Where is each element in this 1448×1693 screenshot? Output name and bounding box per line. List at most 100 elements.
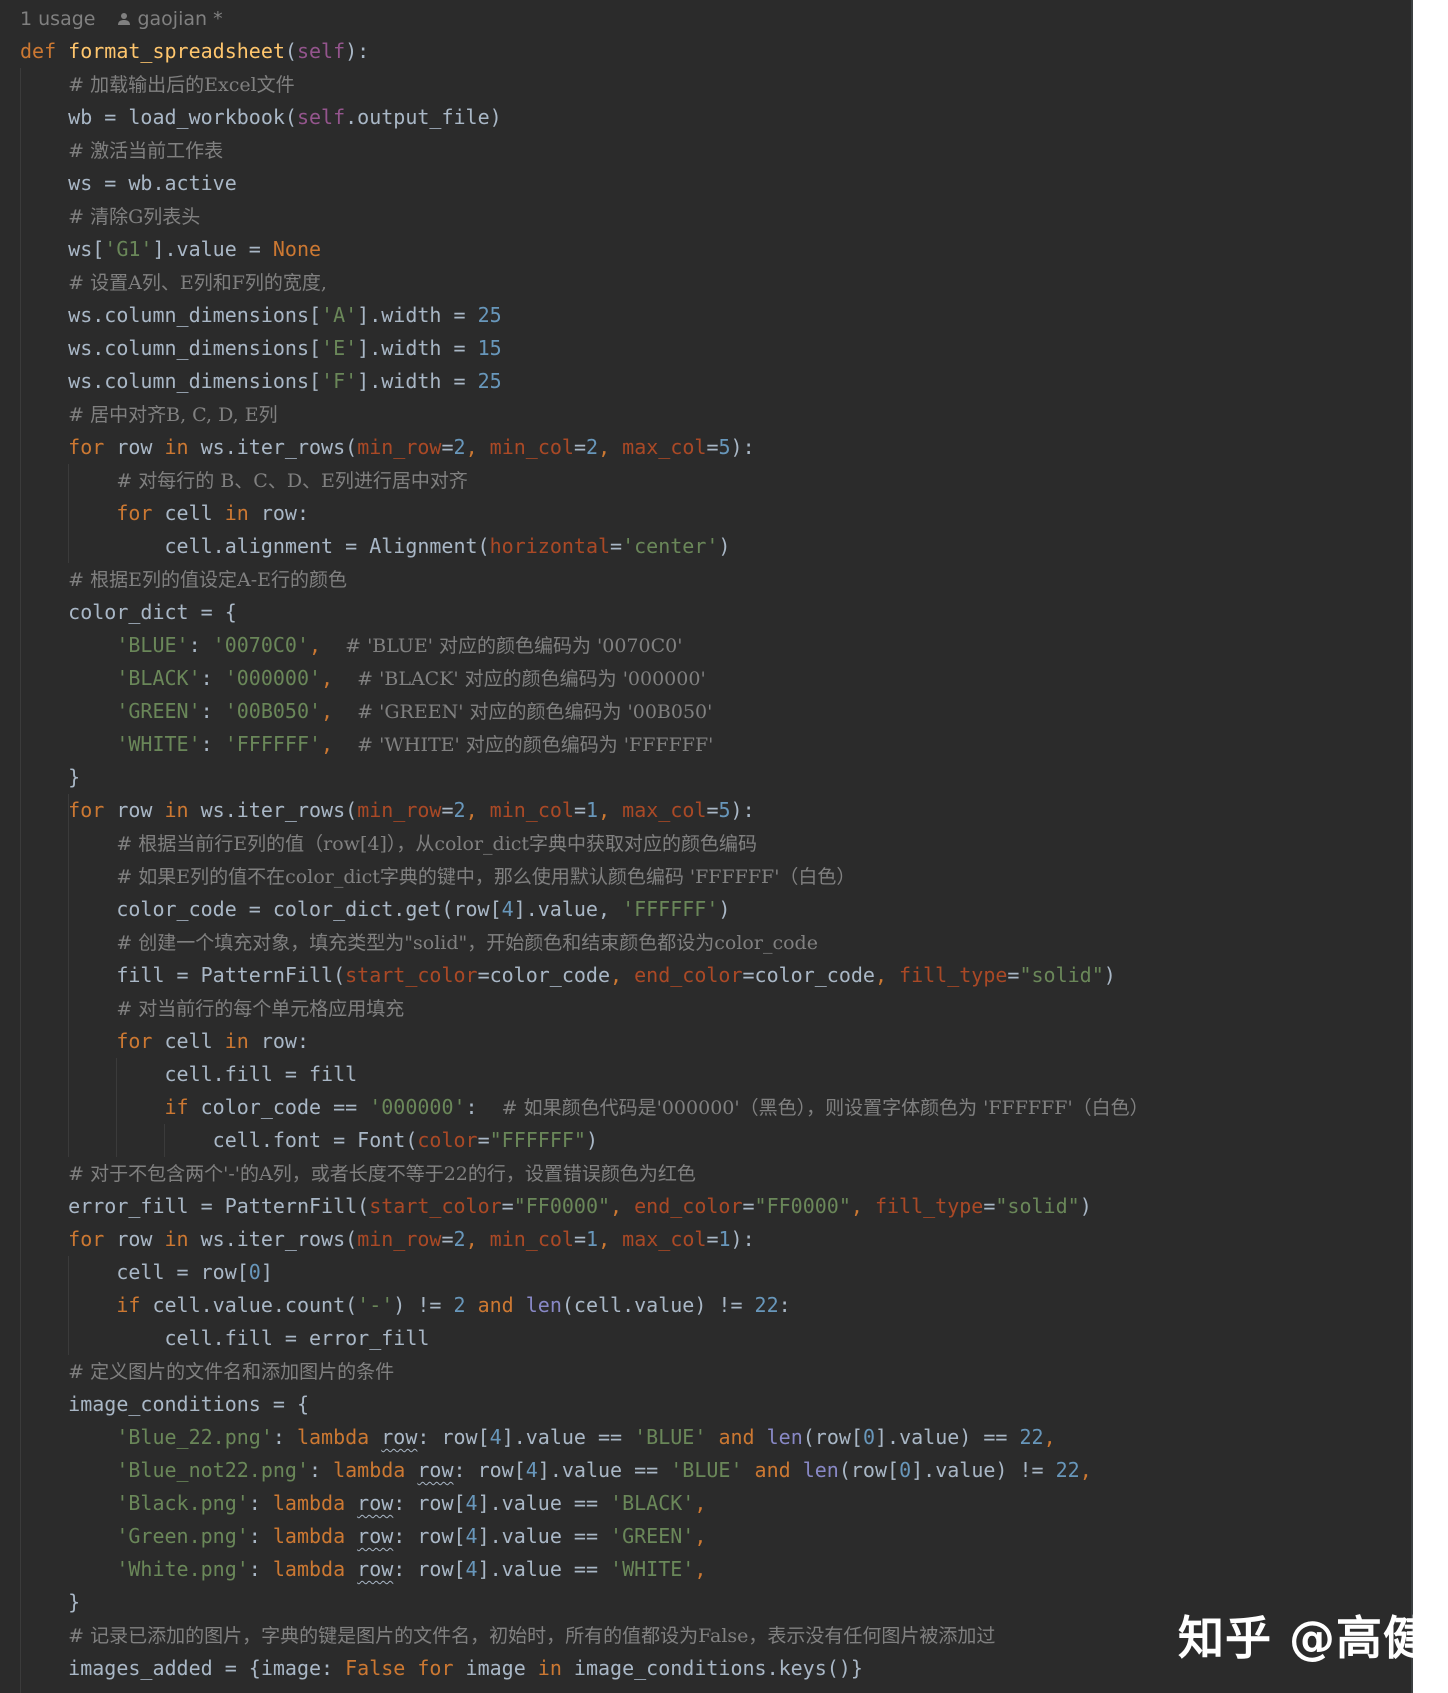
author-hint[interactable]: gaojian * bbox=[117, 8, 223, 30]
code-token: ].value) != bbox=[911, 1458, 1056, 1482]
code-line[interactable]: ws.column_dimensions['F'].width = 25 bbox=[20, 365, 1149, 398]
code-token: 'Blue_22.png' bbox=[116, 1425, 273, 1449]
code-token: in bbox=[164, 1227, 201, 1251]
code-token: : row[ bbox=[393, 1557, 466, 1581]
code-token: for bbox=[417, 1656, 466, 1680]
code-token: image_conditions = { bbox=[20, 1392, 309, 1416]
code-token: min_col bbox=[489, 1227, 574, 1251]
code-line[interactable]: 'GREEN': '00B050', # 'GREEN' 对应的颜色编码为 '0… bbox=[20, 695, 1149, 728]
code-token: , bbox=[1079, 1458, 1092, 1482]
code-line[interactable]: 'BLACK': '000000', # 'BLACK' 对应的颜色编码为 '0… bbox=[20, 662, 1149, 695]
code-token: wb = load_workbook( bbox=[20, 105, 297, 129]
code-token: ) != bbox=[393, 1293, 454, 1317]
usage-hint[interactable]: 1 usage bbox=[20, 8, 95, 30]
code-token: = bbox=[573, 798, 587, 822]
code-token: max_col bbox=[622, 1227, 707, 1251]
code-body[interactable]: def format_spreadsheet(self): # 加载输出后的Ex… bbox=[20, 35, 1149, 1685]
code-line[interactable]: fill = PatternFill(start_color=color_cod… bbox=[20, 959, 1149, 992]
code-token: cell bbox=[164, 501, 225, 525]
code-token: , bbox=[694, 1524, 707, 1548]
code-line[interactable]: wb = load_workbook(self.output_file) bbox=[20, 101, 1149, 134]
code-line[interactable]: def format_spreadsheet(self): bbox=[20, 35, 1149, 68]
code-token: row bbox=[357, 1557, 394, 1581]
code-token: 0 bbox=[899, 1458, 912, 1482]
code-line[interactable]: for cell in row: bbox=[20, 497, 1149, 530]
code-line[interactable]: 'Blue_not22.png': lambda row: row[4].val… bbox=[20, 1454, 1149, 1487]
code-line[interactable]: 'Black.png': lambda row: row[4].value ==… bbox=[20, 1487, 1149, 1520]
code-line[interactable]: # 设置A列、E列和F列的宽度, bbox=[20, 266, 1149, 299]
code-line[interactable]: cell.fill = error_fill bbox=[20, 1322, 1149, 1355]
code-token: 'BLUE' bbox=[116, 633, 189, 657]
code-line[interactable]: ws['G1'].value = None bbox=[20, 233, 1149, 266]
code-token: 1 bbox=[586, 798, 599, 822]
code-line[interactable]: images_added = {image: False for image i… bbox=[20, 1652, 1149, 1685]
code-line[interactable]: ws = wb.active bbox=[20, 167, 1149, 200]
code-token: 'GREEN' bbox=[116, 699, 201, 723]
code-token: , bbox=[465, 435, 490, 459]
code-line[interactable]: # 清除G列表头 bbox=[20, 200, 1149, 233]
code-token: def bbox=[20, 39, 69, 63]
code-line[interactable]: ws.column_dimensions['A'].width = 25 bbox=[20, 299, 1149, 332]
code-line[interactable]: if color_code == '000000': # 如果颜色代码是'000… bbox=[20, 1091, 1149, 1124]
code-token: = bbox=[610, 534, 623, 558]
code-token: ].value == bbox=[537, 1458, 671, 1482]
code-line[interactable]: # 居中对齐B, C, D, E列 bbox=[20, 398, 1149, 431]
code-token: 2 bbox=[453, 435, 466, 459]
code-line[interactable]: error_fill = PatternFill(start_color="FF… bbox=[20, 1190, 1149, 1223]
code-line[interactable]: for row in ws.iter_rows(min_row=2, min_c… bbox=[20, 1223, 1149, 1256]
code-line[interactable]: 'WHITE': 'FFFFFF', # 'WHITE' 对应的颜色编码为 'F… bbox=[20, 728, 1149, 761]
code-line[interactable]: # 根据E列的值设定A-E行的颜色 bbox=[20, 563, 1149, 596]
code-line[interactable]: # 记录已添加的图片，字典的键是图片的文件名，初始时，所有的值都设为False，… bbox=[20, 1619, 1149, 1652]
code-token: False bbox=[345, 1656, 418, 1680]
code-token: '000000' bbox=[224, 666, 322, 690]
code-line[interactable]: } bbox=[20, 761, 1149, 794]
code-line[interactable]: # 加载输出后的Excel文件 bbox=[20, 68, 1149, 101]
code-line[interactable]: cell.fill = fill bbox=[20, 1058, 1149, 1091]
code-line[interactable]: for row in ws.iter_rows(min_row=2, min_c… bbox=[20, 431, 1149, 464]
code-token: lambda bbox=[272, 1557, 358, 1581]
code-line[interactable]: color_dict = { bbox=[20, 596, 1149, 629]
code-line[interactable]: cell = row[0] bbox=[20, 1256, 1149, 1289]
code-token: max_col bbox=[622, 435, 707, 459]
code-line[interactable]: # 激活当前工作表 bbox=[20, 134, 1149, 167]
code-line[interactable]: for cell in row: bbox=[20, 1025, 1149, 1058]
code-line[interactable]: color_code = color_dict.get(row[4].value… bbox=[20, 893, 1149, 926]
code-token: len bbox=[802, 1458, 839, 1482]
code-token: = bbox=[706, 435, 719, 459]
code-line[interactable]: # 根据当前行E列的值（row[4]），从color_dict字典中获取对应的颜… bbox=[20, 827, 1149, 860]
code-comment: # 定义图片的文件名和添加图片的条件 bbox=[68, 1361, 395, 1383]
code-line[interactable]: cell.font = Font(color="FFFFFF") bbox=[20, 1124, 1149, 1157]
code-token: 2 bbox=[453, 1293, 478, 1317]
code-editor[interactable]: 1 usage gaojian * def format_spreadsheet… bbox=[0, 0, 1411, 1693]
code-token: 'BLACK' bbox=[116, 666, 201, 690]
code-token: ) bbox=[1079, 1194, 1092, 1218]
code-token: 'Black.png' bbox=[116, 1491, 249, 1515]
code-token: ) bbox=[1103, 963, 1116, 987]
code-line[interactable]: image_conditions = { bbox=[20, 1388, 1149, 1421]
code-line[interactable]: # 创建一个填充对象，填充类型为"solid"，开始颜色和结束颜色都设为colo… bbox=[20, 926, 1149, 959]
code-line[interactable]: # 如果E列的值不在color_dict字典的键中，那么使用默认颜色编码 'FF… bbox=[20, 860, 1149, 893]
code-line[interactable]: cell.alignment = Alignment(horizontal='c… bbox=[20, 530, 1149, 563]
code-line[interactable]: # 对当前行的每个单元格应用填充 bbox=[20, 992, 1149, 1025]
code-line[interactable]: 'Green.png': lambda row: row[4].value ==… bbox=[20, 1520, 1149, 1553]
code-token: lambda bbox=[272, 1491, 358, 1515]
code-line[interactable]: 'White.png': lambda row: row[4].value ==… bbox=[20, 1553, 1149, 1586]
code-line[interactable]: # 对于不包含两个'-'的A列，或者长度不等于22的行，设置错误颜色为红色 bbox=[20, 1157, 1149, 1190]
code-token: , bbox=[321, 699, 358, 723]
code-line[interactable]: ws.column_dimensions['E'].width = 15 bbox=[20, 332, 1149, 365]
code-line[interactable]: if cell.value.count('-') != 2 and len(ce… bbox=[20, 1289, 1149, 1322]
code-token: 'BLACK' bbox=[610, 1491, 695, 1515]
code-line[interactable]: for row in ws.iter_rows(min_row=2, min_c… bbox=[20, 794, 1149, 827]
code-line[interactable]: 'BLUE': '0070C0', # 'BLUE' 对应的颜色编码为 '007… bbox=[20, 629, 1149, 662]
code-line[interactable]: # 定义图片的文件名和添加图片的条件 bbox=[20, 1355, 1149, 1388]
code-token: color_code = color_dict.get(row[ bbox=[20, 897, 502, 921]
code-token: 25 bbox=[477, 369, 502, 393]
code-line[interactable]: 'Blue_22.png': lambda row: row[4].value … bbox=[20, 1421, 1149, 1454]
code-line[interactable]: # 对每行的 B、C、D、E列进行居中对齐 bbox=[20, 464, 1149, 497]
code-comment: # 创建一个填充对象，填充类型为"solid"，开始颜色和结束颜色都设为colo… bbox=[116, 932, 818, 954]
code-token: ].width = bbox=[357, 303, 478, 327]
code-line[interactable]: } bbox=[20, 1586, 1149, 1619]
